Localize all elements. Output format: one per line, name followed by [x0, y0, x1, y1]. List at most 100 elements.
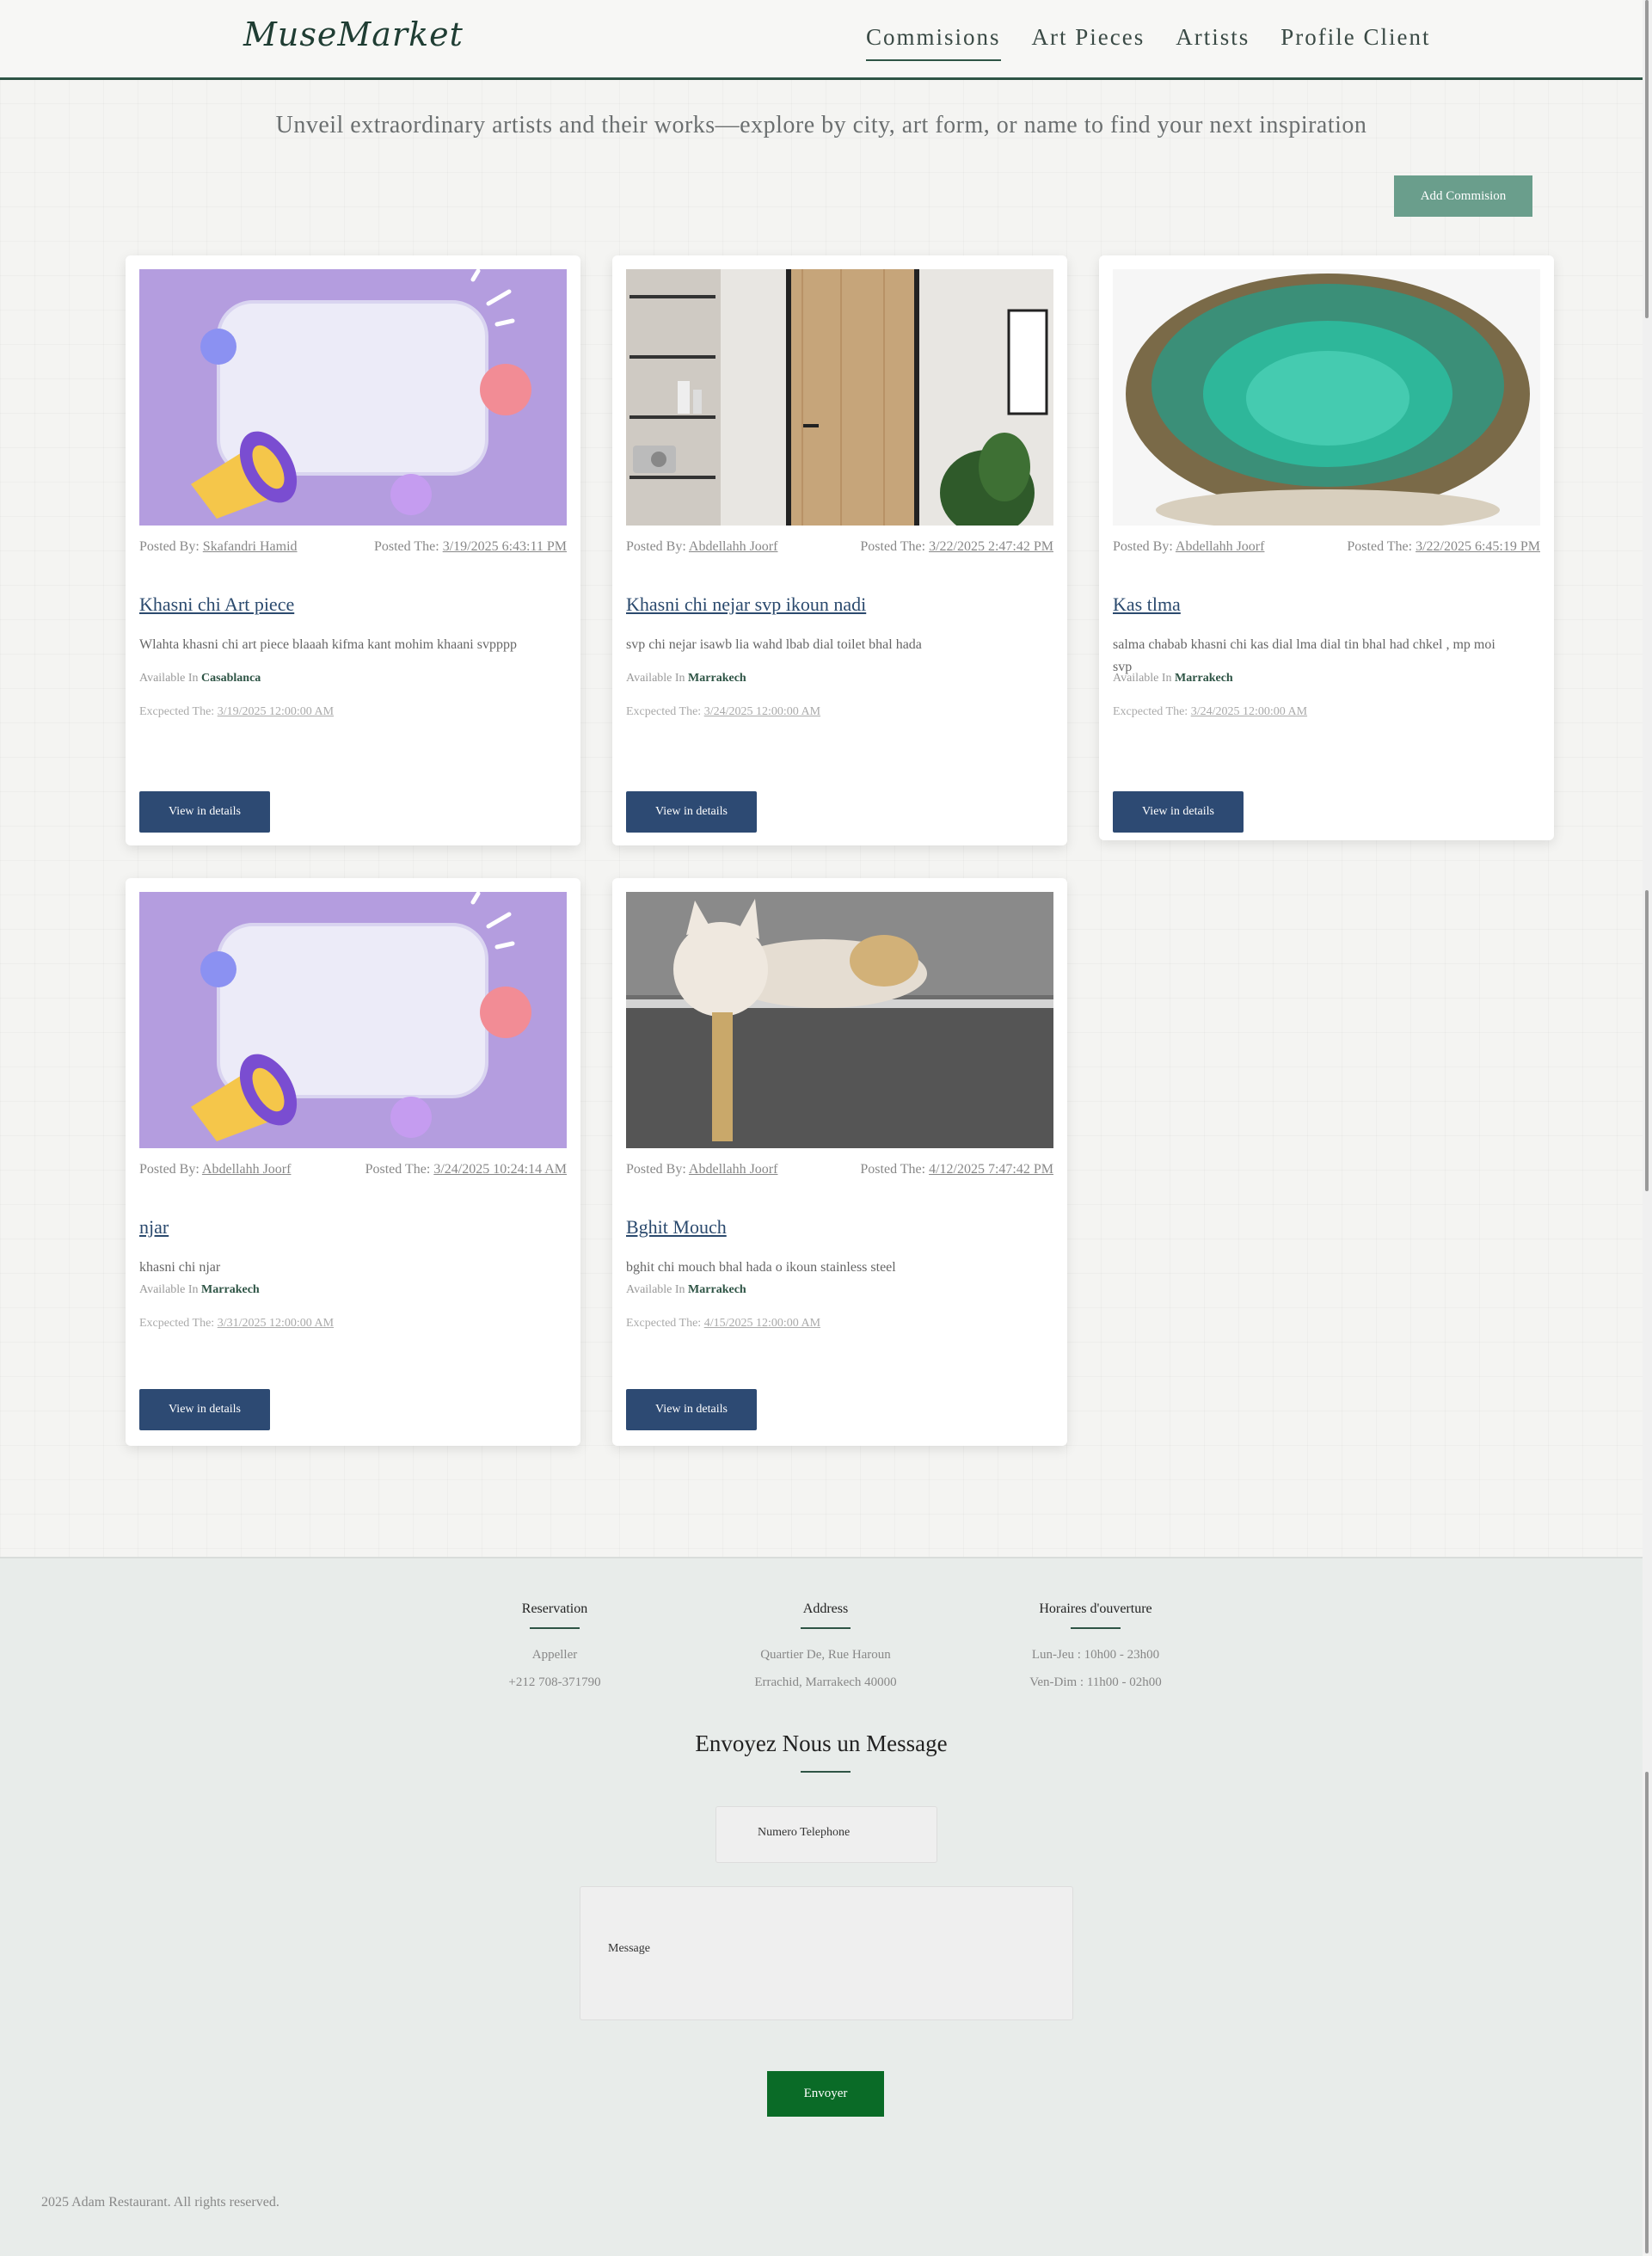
card-availability: Available In Marrakech: [1113, 672, 1233, 685]
card-meta: Posted By: Abdellahh Joorf Posted The: 4…: [626, 1162, 1053, 1177]
phone-placeholder: Numero Telephone: [758, 1826, 851, 1839]
nav-art-pieces[interactable]: Art Pieces: [1032, 24, 1145, 61]
copyright: 2025 Adam Restaurant. All rights reserve…: [41, 2195, 279, 2210]
send-button[interactable]: Envoyer: [767, 2071, 884, 2117]
commision-card: Posted By: Skafandri Hamid Posted The: 3…: [126, 255, 580, 845]
card-expected: Excpected The: 3/19/2025 12:00:00 AM: [139, 705, 335, 718]
card-title[interactable]: Khasni chi Art piece: [139, 593, 294, 616]
posted-by: Posted By: Skafandri Hamid: [139, 539, 298, 554]
card-meta: Posted By: Abdellahh Joorf Posted The: 3…: [139, 1162, 567, 1177]
commision-card: Posted By: Abdellahh Joorf Posted The: 3…: [1099, 255, 1554, 840]
date-link[interactable]: 3/24/2025 10:24:14 AM: [433, 1162, 567, 1177]
card-availability: Available In Marrakech: [139, 1283, 260, 1296]
nav-commisions[interactable]: Commisions: [866, 24, 1001, 61]
site-logo[interactable]: MuseMarket: [243, 15, 464, 53]
card-title[interactable]: Kas tlma: [1113, 593, 1181, 616]
author-link[interactable]: Abdellahh Joorf: [689, 539, 778, 554]
author-link[interactable]: Abdellahh Joorf: [689, 1162, 778, 1177]
card-expected: Excpected The: 4/15/2025 12:00:00 AM: [626, 1317, 821, 1330]
posted-by: Posted By: Abdellahh Joorf: [1113, 539, 1265, 554]
add-commision-button[interactable]: Add Commision: [1394, 175, 1532, 217]
card-meta: Posted By: Skafandri Hamid Posted The: 3…: [139, 539, 567, 555]
view-details-button[interactable]: View in details: [626, 1389, 757, 1430]
card-meta: Posted By: Abdellahh Joorf Posted The: 3…: [1113, 539, 1540, 555]
card-description: khasni chi njar: [139, 1260, 221, 1275]
posted-date: Posted The: 4/12/2025 7:47:42 PM: [860, 1162, 1053, 1177]
card-city: Marrakech: [201, 1283, 260, 1296]
card-city: Casablanca: [201, 672, 261, 685]
view-details-button[interactable]: View in details: [139, 791, 270, 833]
posted-by: Posted By: Abdellahh Joorf: [626, 1162, 778, 1177]
message-placeholder: Message: [608, 1942, 650, 1955]
expected-date[interactable]: 3/24/2025 12:00:00 AM: [1191, 705, 1307, 718]
commision-card: Posted By: Abdellahh Joorf Posted The: 4…: [612, 878, 1067, 1446]
commision-image: [139, 892, 567, 1148]
footer: Reservation Appeller +212 708-371790 Add…: [0, 1557, 1643, 2256]
commision-card: Posted By: Abdellahh Joorf Posted The: 3…: [126, 878, 580, 1446]
date-link[interactable]: 4/12/2025 7:47:42 PM: [929, 1162, 1053, 1177]
divider: [1071, 1627, 1121, 1629]
card-city: Marrakech: [1175, 672, 1233, 685]
footer-line: Quartier De, Rue Haroun: [760, 1648, 891, 1662]
commision-image: [626, 892, 1053, 1148]
author-link[interactable]: Abdellahh Joorf: [202, 1162, 292, 1177]
card-city: Marrakech: [688, 1283, 746, 1296]
expected-date[interactable]: 3/31/2025 12:00:00 AM: [218, 1317, 334, 1330]
footer-line: Ven-Dim : 11h00 - 02h00: [1029, 1675, 1162, 1689]
scrollbar-thumb[interactable]: [1645, 0, 1649, 318]
card-availability: Available In Marrakech: [626, 672, 746, 685]
footer-reservation: Reservation Appeller +212 708-371790: [443, 1601, 666, 1696]
divider: [801, 1771, 851, 1773]
footer-address: Address Quartier De, Rue Haroun Errachid…: [714, 1601, 937, 1696]
expected-date[interactable]: 3/24/2025 12:00:00 AM: [704, 705, 820, 718]
divider: [801, 1627, 851, 1629]
author-link[interactable]: Abdellahh Joorf: [1176, 539, 1265, 554]
card-city: Marrakech: [688, 672, 746, 685]
main-nav: Commisions Art Pieces Artists Profile Cl…: [866, 24, 1431, 61]
view-details-button[interactable]: View in details: [1113, 791, 1244, 833]
card-title[interactable]: Khasni chi nejar svp ikoun nadi: [626, 593, 866, 616]
card-expected: Excpected The: 3/31/2025 12:00:00 AM: [139, 1317, 335, 1330]
scrollbar-thumb[interactable]: [1645, 890, 1649, 1191]
footer-line: Errachid, Marrakech 40000: [754, 1675, 897, 1689]
footer-col-title: Horaires d'ouverture: [1039, 1601, 1152, 1616]
commision-card: Posted By: Abdellahh Joorf Posted The: 3…: [612, 255, 1067, 845]
scrollbar-thumb[interactable]: [1645, 1772, 1649, 2253]
date-link[interactable]: 3/22/2025 2:47:42 PM: [929, 539, 1053, 554]
commision-image: [626, 269, 1053, 526]
nav-artists[interactable]: Artists: [1176, 24, 1250, 61]
posted-date: Posted The: 3/22/2025 6:45:19 PM: [1347, 539, 1540, 554]
expected-date[interactable]: 4/15/2025 12:00:00 AM: [704, 1317, 820, 1330]
card-title[interactable]: Bghit Mouch: [626, 1216, 727, 1239]
card-description: svp chi nejar isawb lia wahd lbab dial t…: [626, 637, 922, 652]
message-section-title: Envoyez Nous un Message: [695, 1730, 948, 1756]
posted-date: Posted The: 3/22/2025 2:47:42 PM: [860, 539, 1053, 554]
card-description: bghit chi mouch bhal hada o ikoun stainl…: [626, 1260, 896, 1275]
nav-profile-client[interactable]: Profile Client: [1280, 24, 1430, 61]
page-tagline: Unveil extraordinary artists and their w…: [275, 112, 1367, 138]
view-details-button[interactable]: View in details: [139, 1389, 270, 1430]
message-textarea[interactable]: Message: [580, 1886, 1073, 2020]
commision-image: [1113, 269, 1540, 526]
card-expected: Excpected The: 3/24/2025 12:00:00 AM: [626, 705, 821, 718]
author-link[interactable]: Skafandri Hamid: [203, 539, 298, 554]
card-meta: Posted By: Abdellahh Joorf Posted The: 3…: [626, 539, 1053, 555]
posted-by: Posted By: Abdellahh Joorf: [139, 1162, 292, 1177]
card-availability: Available In Casablanca: [139, 672, 261, 685]
footer-col-title: Address: [802, 1601, 849, 1616]
date-link[interactable]: 3/22/2025 6:45:19 PM: [1416, 539, 1540, 554]
phone-input[interactable]: Numero Telephone: [715, 1806, 937, 1863]
posted-date: Posted The: 3/24/2025 10:24:14 AM: [365, 1162, 567, 1177]
date-link[interactable]: 3/19/2025 6:43:11 PM: [443, 539, 567, 554]
view-details-button[interactable]: View in details: [626, 791, 757, 833]
footer-phone[interactable]: +212 708-371790: [443, 1669, 666, 1696]
posted-date: Posted The: 3/19/2025 6:43:11 PM: [373, 539, 567, 554]
divider: [530, 1627, 580, 1629]
card-expected: Excpected The: 3/24/2025 12:00:00 AM: [1113, 705, 1308, 718]
card-availability: Available In Marrakech: [626, 1283, 746, 1296]
card-title[interactable]: njar: [139, 1216, 169, 1239]
footer-hours: Horaires d'ouverture Lun-Jeu : 10h00 - 2…: [984, 1601, 1207, 1696]
footer-col-title: Reservation: [521, 1601, 588, 1616]
top-navbar: MuseMarket Commisions Art Pieces Artists…: [0, 0, 1643, 80]
expected-date[interactable]: 3/19/2025 12:00:00 AM: [218, 705, 334, 718]
